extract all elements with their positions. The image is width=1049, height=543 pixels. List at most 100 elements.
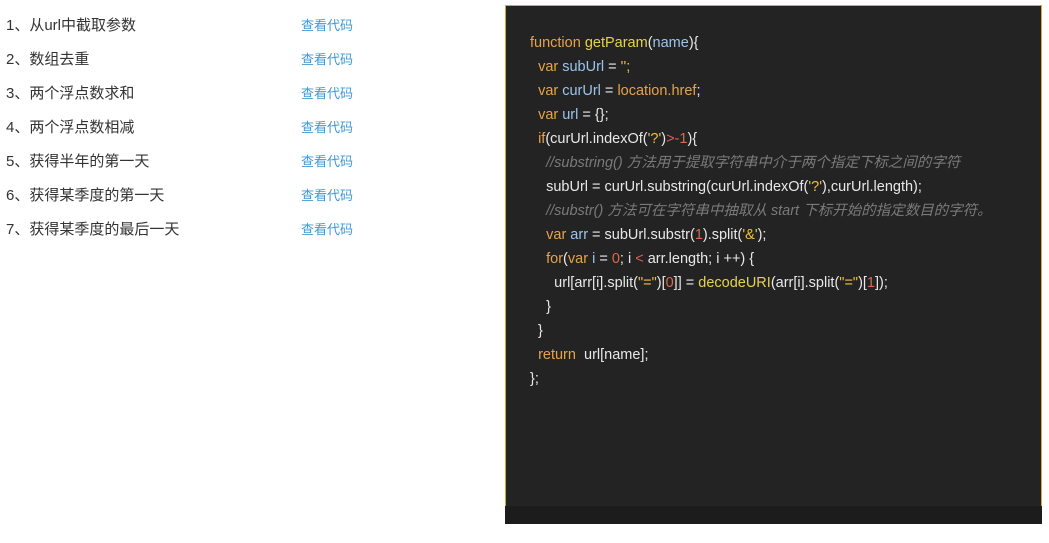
code-token: getParam — [584, 35, 648, 51]
code-line: } — [530, 323, 543, 339]
code-token: '?' — [647, 131, 662, 147]
code-token: ){ — [687, 131, 698, 147]
code-token: "=" — [839, 275, 859, 291]
code-token: 1 — [866, 275, 875, 291]
code-token: = — [595, 251, 612, 267]
code-line: } — [530, 299, 551, 315]
list-item-label: 1、从url中截取参数 — [6, 17, 137, 34]
list-item: 4、两个浮点数相减 查看代码 — [0, 105, 480, 139]
view-code-link[interactable]: 查看代码 — [301, 117, 353, 136]
code-line: subUrl = curUrl.substring(curUrl.indexOf… — [530, 179, 922, 195]
code-line: function getParam(name){ — [530, 35, 699, 51]
view-code-link[interactable]: 查看代码 — [301, 219, 353, 238]
view-code-link[interactable]: 查看代码 — [301, 15, 353, 34]
code-token: url[arr[i].split( — [530, 275, 638, 291]
code-token: decodeURI — [698, 275, 771, 291]
code-token: arr — [570, 227, 589, 243]
code-token: ){ — [688, 35, 699, 51]
code-token: arr.length; i ++) { — [643, 251, 755, 267]
code-token: ),curUrl.length); — [822, 179, 922, 195]
code-token: ; — [696, 83, 701, 99]
list-item: 2、数组去重 查看代码 — [0, 37, 480, 71]
code-token: "=" — [637, 275, 657, 291]
code-token: //substring() 方法用于提取字符串中介于两个指定下标之间的字符 — [546, 155, 961, 171]
code-token: )[ — [858, 275, 867, 291]
code-token: subUrl = curUrl.substring(curUrl.indexOf… — [530, 179, 809, 195]
code-token: curUrl — [562, 83, 601, 99]
code-token: ; i — [619, 251, 636, 267]
list-item: 1、从url中截取参数 查看代码 — [0, 3, 480, 37]
code-token: 1 — [694, 227, 703, 243]
list-item-label: 6、获得某季度的第一天 — [6, 187, 165, 204]
code-line: //substr() 方法可在字符串中抽取从 start 下标开始的指定数目的字… — [530, 203, 992, 219]
code-line: var curUrl = location.href; — [530, 83, 700, 99]
list-item-label: 3、两个浮点数求和 — [6, 85, 135, 102]
code-token: = — [604, 59, 621, 75]
code-token: var — [538, 107, 563, 123]
code-block[interactable]: function getParam(name){ var subUrl = ''… — [530, 31, 992, 391]
code-token: ]] = — [673, 275, 699, 291]
code-panel: function getParam(name){ var subUrl = ''… — [505, 5, 1042, 524]
code-token: = subUrl.substr( — [588, 227, 695, 243]
code-token: location.href — [617, 83, 697, 99]
code-token: }; — [530, 371, 539, 387]
code-token: url — [562, 107, 579, 123]
code-panel-footer — [505, 506, 1042, 524]
code-token: ); — [757, 227, 767, 243]
code-token: } — [530, 323, 543, 339]
code-line: for(var i = 0; i < arr.length; i ++) { — [530, 251, 754, 267]
view-code-link[interactable]: 查看代码 — [301, 185, 353, 204]
code-token: function — [530, 35, 585, 51]
code-line: url[arr[i].split("=")[0]] = decodeURI(ar… — [530, 275, 888, 291]
code-token: '?' — [808, 179, 822, 195]
code-token: 0 — [665, 275, 674, 291]
code-line: var arr = subUrl.substr(1).split('&'); — [530, 227, 766, 243]
code-line: }; — [530, 371, 539, 387]
list-item: 6、获得某季度的第一天 查看代码 — [0, 173, 480, 207]
code-token: >- — [666, 131, 680, 147]
code-token: var — [538, 59, 563, 75]
code-token: '&' — [742, 227, 758, 243]
code-token: return — [538, 347, 576, 363]
code-token: var — [567, 251, 593, 267]
code-token: < — [635, 251, 644, 267]
code-token: subUrl — [562, 59, 605, 75]
code-line: if(curUrl.indexOf('?')>-1){ — [530, 131, 697, 147]
code-token: ''; — [620, 59, 631, 75]
list-item-label: 5、获得半年的第一天 — [6, 153, 150, 170]
view-code-link[interactable]: 查看代码 — [301, 83, 353, 102]
list-item-label: 7、获得某季度的最后一天 — [6, 221, 180, 238]
code-token: for — [546, 251, 564, 267]
code-token: ).split( — [702, 227, 743, 243]
code-token: )[ — [656, 275, 666, 291]
code-token: (arr[i].split( — [770, 275, 840, 291]
code-token: = {}; — [578, 107, 609, 123]
list-item: 7、获得某季度的最后一天 查看代码 — [0, 207, 480, 241]
view-code-link[interactable]: 查看代码 — [301, 49, 353, 68]
list-item: 3、两个浮点数求和 查看代码 — [0, 71, 480, 105]
view-code-link[interactable]: 查看代码 — [301, 151, 353, 170]
code-line: return url[name]; — [530, 347, 648, 363]
list-item-label: 2、数组去重 — [6, 51, 90, 68]
code-token: = — [600, 83, 618, 99]
code-token: 0 — [611, 251, 620, 267]
code-line: var url = {}; — [530, 107, 609, 123]
code-token: ]); — [875, 275, 888, 291]
list-item: 5、获得半年的第一天 查看代码 — [0, 139, 480, 173]
code-token: } — [530, 299, 551, 315]
code-token: url[name]; — [575, 347, 649, 363]
code-token: var — [538, 83, 563, 99]
code-token: name — [652, 35, 689, 51]
list-item-label: 4、两个浮点数相减 — [6, 119, 135, 136]
code-token: //substr() 方法可在字符串中抽取从 start 下标开始的指定数目的字… — [546, 203, 992, 219]
code-token: var — [546, 227, 571, 243]
